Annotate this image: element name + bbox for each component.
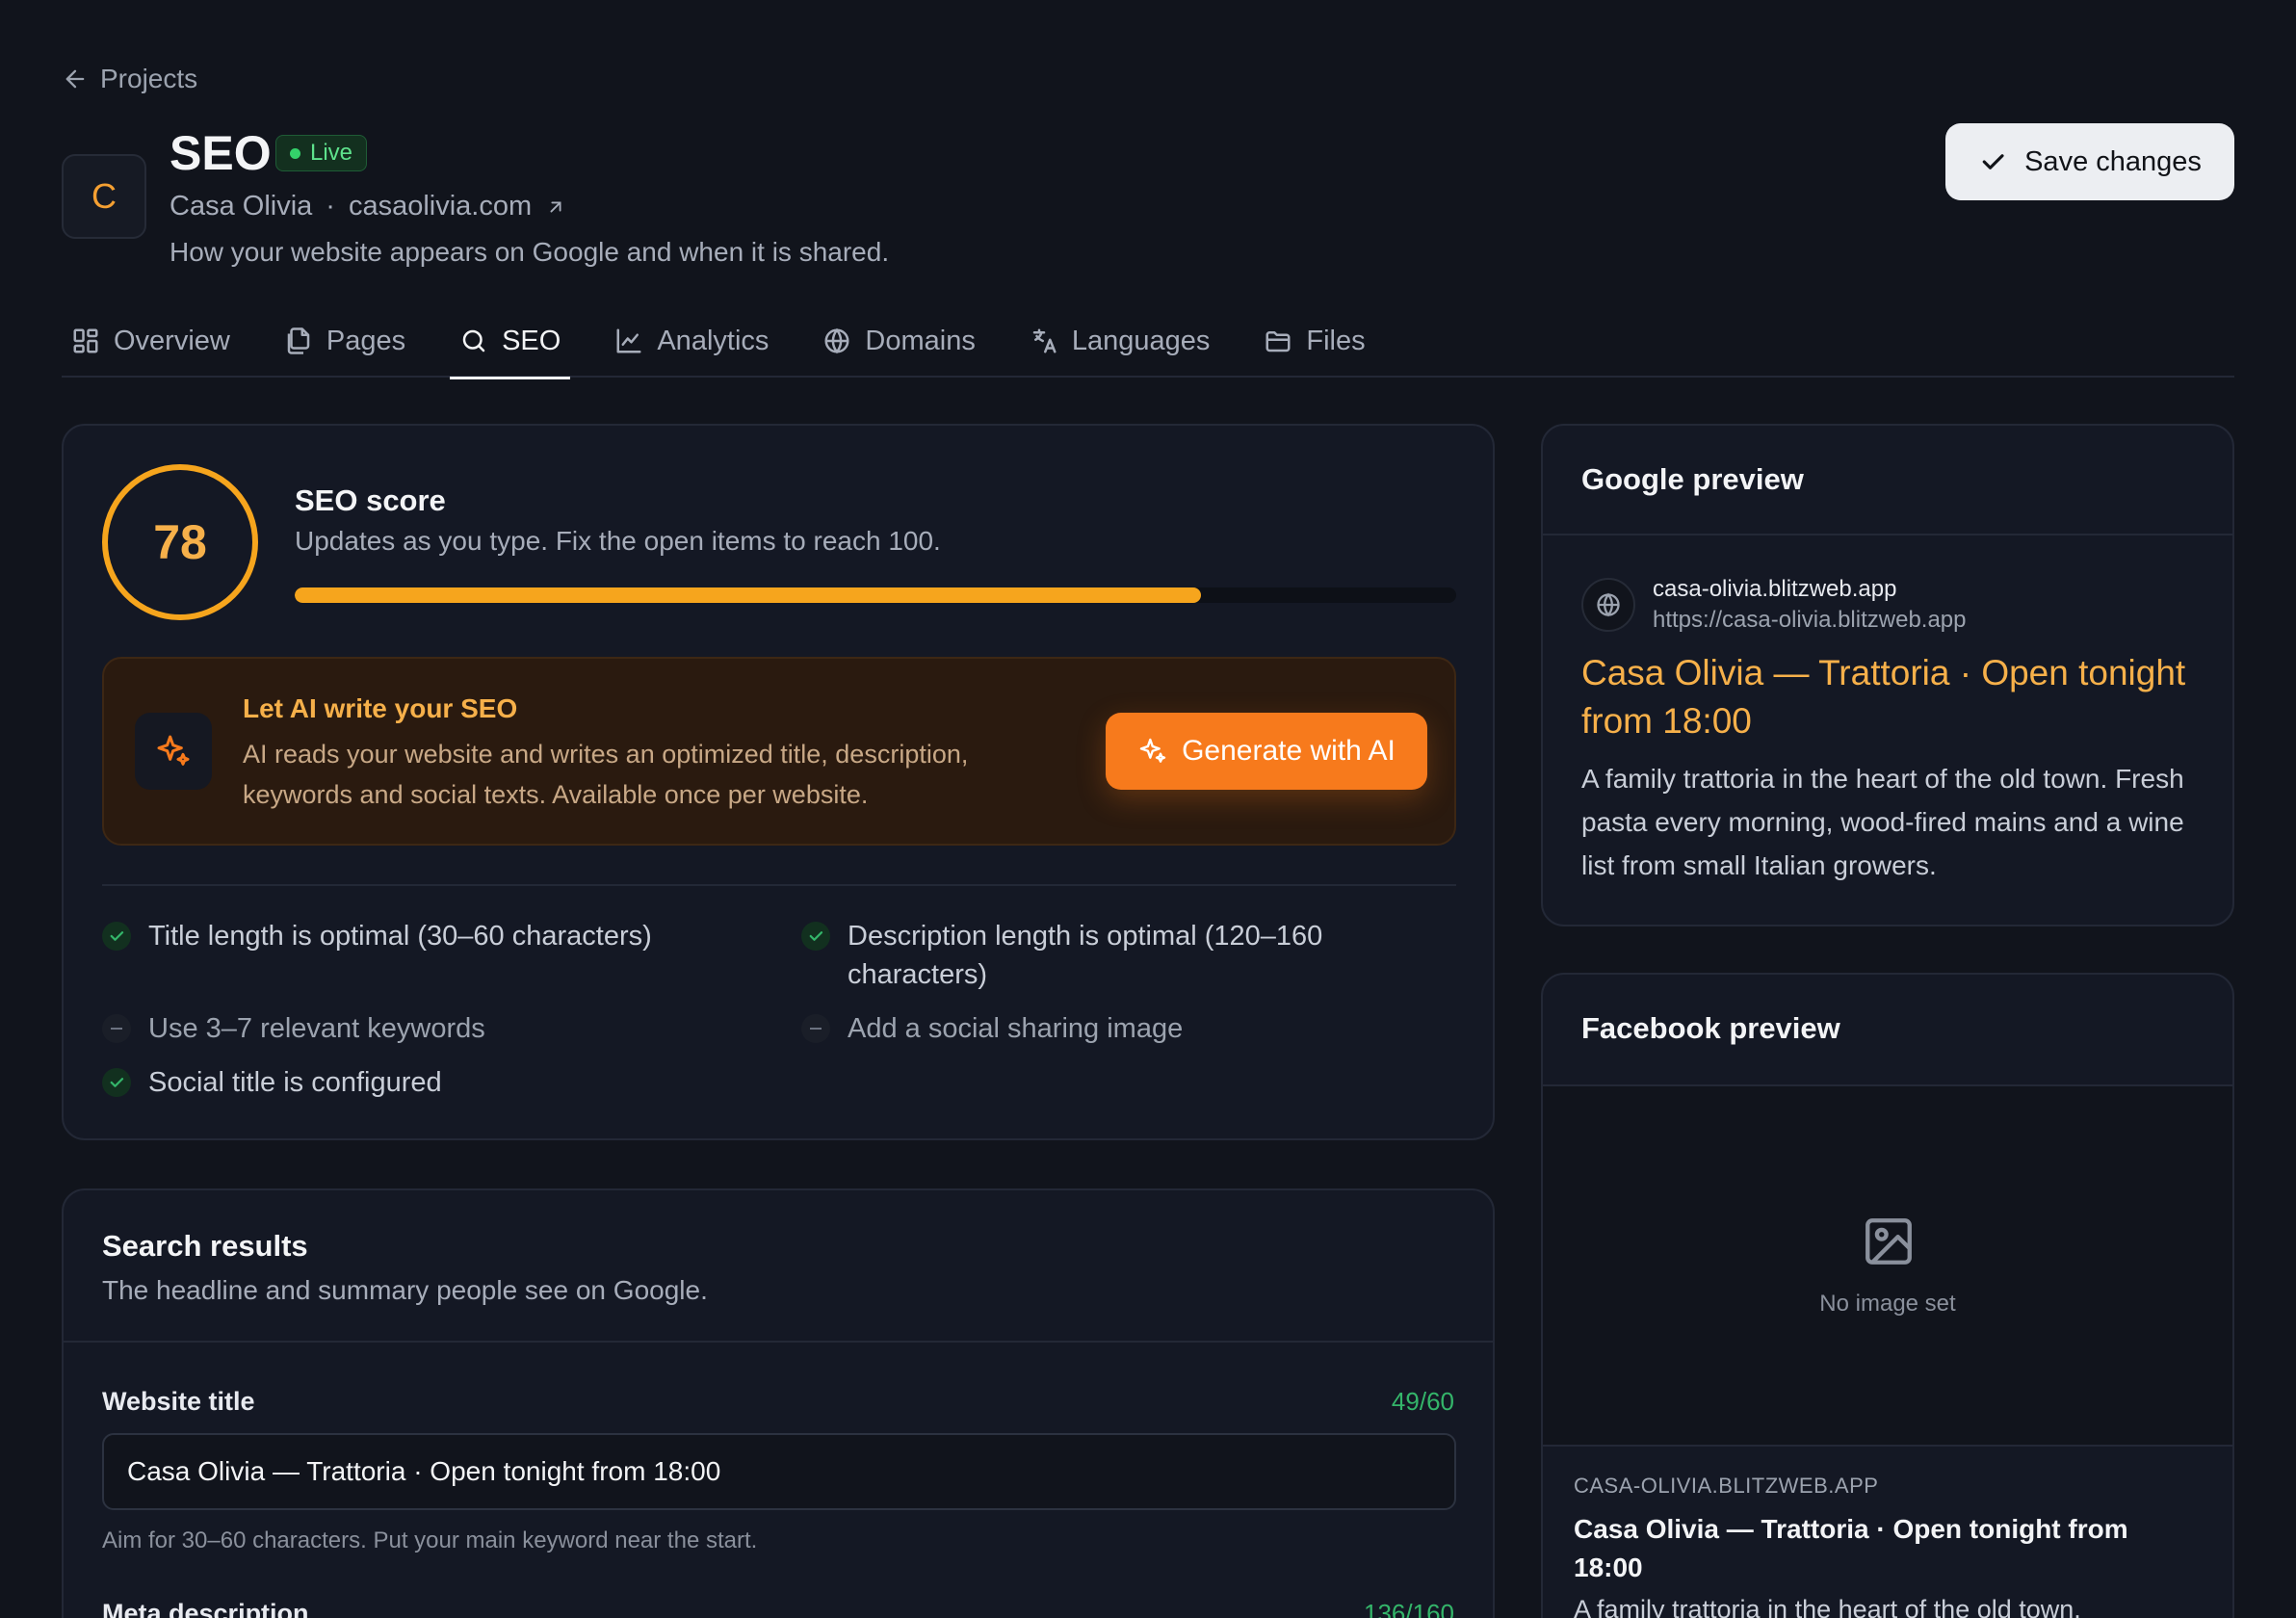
tab-files[interactable]: Files — [1254, 304, 1374, 378]
tab-seo[interactable]: SEO — [450, 304, 571, 379]
website-title-input[interactable]: Casa Olivia — Trattoria · Open tonight f… — [102, 1433, 1456, 1510]
pages-icon — [287, 327, 310, 354]
website-title-label: Website title — [102, 1387, 255, 1416]
image-icon — [1866, 1218, 1912, 1265]
check-label: Use 3–7 relevant keywords — [148, 1013, 485, 1044]
status-dot — [290, 147, 300, 159]
separator: · — [326, 191, 335, 222]
globe-icon — [1597, 592, 1620, 617]
section-title: Search results — [102, 1229, 308, 1263]
no-image-label: No image set — [1819, 1291, 1956, 1317]
check-label: Description length is optimal (120–160 c… — [848, 921, 1323, 990]
search-results-card: Search results The headline and summary … — [62, 1188, 1495, 1618]
check-label: Title length is optimal (30–60 character… — [148, 921, 652, 952]
sparkles-icon — [1139, 738, 1166, 763]
score-progress-bar — [295, 587, 1456, 603]
translate-icon — [1032, 328, 1057, 353]
tab-bar: Overview Pages SEO Analytics Domains Lan… — [62, 304, 2234, 379]
divider — [1543, 534, 2232, 535]
check-ok-icon — [801, 922, 830, 951]
tab-domains[interactable]: Domains — [813, 304, 984, 378]
ai-icon-wrap — [135, 713, 212, 790]
facebook-preview-card: Facebook preview No image set CASA-OLIVI… — [1541, 973, 2234, 1618]
divider — [102, 884, 1456, 886]
meta-description-counter: 136/160 — [1364, 1599, 1454, 1618]
google-result-description: A family trattoria in the heart of the o… — [1581, 764, 2184, 880]
grid-icon — [73, 328, 98, 353]
tab-analytics[interactable]: Analytics — [605, 304, 778, 378]
project-domain-link[interactable]: casaolivia.com — [349, 191, 532, 222]
generate-with-ai-button[interactable]: Generate with AI — [1106, 713, 1427, 790]
google-preview-card: Google preview casa-olivia.blitzweb.app … — [1541, 424, 2234, 926]
page-title: SEO — [170, 126, 272, 180]
search-icon — [462, 329, 485, 352]
arrow-left-icon — [65, 69, 85, 89]
external-link-icon[interactable] — [545, 196, 566, 218]
site-favicon — [1581, 578, 1635, 632]
tab-label: SEO — [502, 325, 561, 356]
ai-promo-box: Let AI write your SEO AI reads your webs… — [102, 657, 1456, 846]
section-subtitle: The headline and summary people see on G… — [102, 1275, 708, 1305]
meta-description-label: Meta description — [102, 1599, 309, 1618]
project-subline: Casa Olivia · casaolivia.com — [170, 191, 566, 222]
project-avatar: C — [62, 154, 146, 239]
website-title-counter: 49/60 — [1391, 1387, 1454, 1416]
tab-overview[interactable]: Overview — [62, 304, 240, 378]
check-item-description-length: Description length is optimal (120–160 c… — [801, 917, 1418, 994]
check-pending-icon — [102, 1014, 131, 1043]
tab-label: Files — [1306, 325, 1366, 356]
check-label: Social title is configured — [148, 1067, 442, 1098]
tab-label: Languages — [1071, 325, 1211, 356]
tab-label: Domains — [865, 325, 976, 356]
check-ok-icon — [102, 1068, 131, 1097]
google-result-title: Casa Olivia — Trattoria · Open tonight f… — [1581, 653, 2186, 741]
status-label: Live — [310, 140, 353, 166]
generate-button-label: Generate with AI — [1182, 735, 1396, 767]
score-progress-fill — [295, 587, 1201, 603]
google-site-url: https://casa-olivia.blitzweb.app — [1653, 607, 1967, 633]
globe-icon — [824, 327, 849, 354]
facebook-image-placeholder: No image set — [1543, 1086, 2232, 1447]
check-label: Add a social sharing image — [848, 1013, 1184, 1044]
tab-languages[interactable]: Languages — [1020, 304, 1220, 378]
tab-label: Pages — [326, 325, 406, 356]
status-badge: Live — [275, 135, 368, 171]
check-ok-icon — [102, 922, 131, 951]
check-pending-icon — [801, 1014, 830, 1043]
save-button[interactable]: Save changes — [1945, 123, 2234, 200]
website-title-hint: Aim for 30–60 characters. Put your main … — [102, 1527, 758, 1553]
check-item-social-title: Social title is configured — [102, 1063, 757, 1102]
check-item-title-length: Title length is optimal (30–60 character… — [102, 917, 757, 955]
score-ring: 78 — [102, 464, 258, 620]
back-link-label: Projects — [100, 64, 198, 93]
back-link[interactable]: Projects — [62, 64, 197, 94]
divider — [64, 1341, 1493, 1343]
project-name: Casa Olivia — [170, 191, 313, 222]
check-icon — [1982, 154, 2004, 170]
save-button-label: Save changes — [2024, 145, 2202, 177]
ai-description: AI reads your website and writes an opti… — [243, 740, 969, 809]
google-preview-heading: Google preview — [1581, 462, 1804, 496]
score-title: SEO score — [295, 483, 446, 517]
folder-icon — [1265, 331, 1291, 352]
check-item-keywords: Use 3–7 relevant keywords — [102, 1009, 757, 1048]
google-site-name: casa-olivia.blitzweb.app — [1653, 576, 1897, 602]
tab-label: Overview — [114, 325, 230, 356]
facebook-description: A family trattoria in the heart of the o… — [1574, 1595, 2081, 1618]
ai-title: Let AI write your SEO — [243, 693, 518, 723]
check-item-social-image: Add a social sharing image — [801, 1009, 1418, 1048]
tab-pages[interactable]: Pages — [274, 304, 415, 378]
facebook-domain: CASA-OLIVIA.BLITZWEB.APP — [1574, 1474, 1879, 1498]
seo-score-card: 78 SEO score Updates as you type. Fix th… — [62, 424, 1495, 1140]
facebook-preview-heading: Facebook preview — [1581, 1011, 1840, 1045]
chart-icon — [616, 328, 641, 353]
score-subtitle: Updates as you type. Fix the open items … — [295, 526, 941, 556]
tab-label: Analytics — [657, 325, 770, 356]
sparkles-icon — [157, 735, 190, 766]
page-description: How your website appears on Google and w… — [170, 237, 890, 267]
facebook-title: Casa Olivia — Trattoria · Open tonight f… — [1574, 1514, 2128, 1582]
